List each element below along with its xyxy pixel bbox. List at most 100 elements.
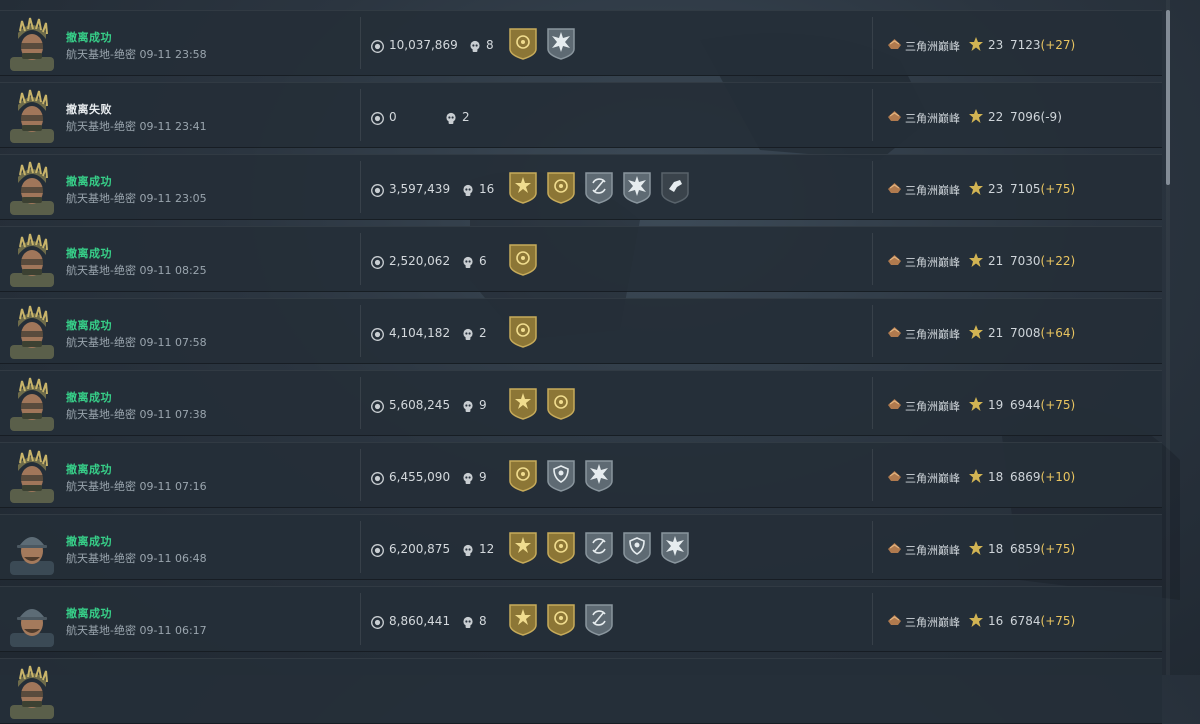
kill-count: 2 xyxy=(479,326,487,340)
map-and-time: 航天基地-绝密 09-11 07:38 xyxy=(66,406,207,422)
match-time: 09-11 07:58 xyxy=(139,336,207,349)
gold-target-badge-icon[interactable] xyxy=(508,315,538,349)
silver-shield-badge-icon[interactable] xyxy=(546,459,576,493)
match-row[interactable]: 撤离成功 航天基地-绝密 09-11 23:05 3,597,439 16 三角洲巅峰 2… xyxy=(0,154,1162,220)
gold-target-badge-icon[interactable] xyxy=(508,243,538,277)
star-level: 18 xyxy=(988,542,1004,556)
star-icon xyxy=(968,108,984,124)
operator-avatar xyxy=(8,17,56,71)
points-value: 7030 xyxy=(1010,254,1041,268)
points-value: 7096 xyxy=(1010,110,1041,124)
star-icon xyxy=(968,396,984,412)
points-value: 7008 xyxy=(1010,326,1041,340)
operator-avatar xyxy=(8,593,56,647)
map-name: 航天基地-绝密 xyxy=(66,120,136,133)
extracted-value: 3,597,439 xyxy=(389,182,451,196)
gold-target-badge-icon[interactable] xyxy=(546,531,576,565)
rank-name: 三角洲巅峰 xyxy=(905,328,960,341)
gold-sun-badge-icon[interactable] xyxy=(508,603,538,637)
silver-arrows-badge-icon[interactable] xyxy=(584,603,614,637)
column-divider xyxy=(360,377,361,429)
rank-emblem-icon xyxy=(886,36,903,52)
kills-skull-icon xyxy=(462,470,474,484)
extraction-status: 撤离成功 xyxy=(66,535,112,548)
kill-count: 8 xyxy=(486,38,494,52)
gold-target-badge-icon[interactable] xyxy=(546,171,576,205)
silver-burst-badge-icon[interactable] xyxy=(546,27,576,61)
points-delta: (+75) xyxy=(1040,398,1076,412)
star-level: 21 xyxy=(988,254,1004,268)
gold-target-badge-icon[interactable] xyxy=(546,387,576,421)
scrollbar-thumb[interactable] xyxy=(1166,10,1170,185)
column-divider xyxy=(872,593,873,645)
rank-emblem-icon xyxy=(886,540,903,556)
kill-count: 8 xyxy=(479,614,487,628)
match-row[interactable]: 撤离成功 航天基地-绝密 09-11 23:58 10,037,869 8 三角洲巅峰 2… xyxy=(0,10,1162,76)
match-row-partial[interactable] xyxy=(0,658,1162,724)
operator-avatar xyxy=(8,305,56,359)
rank-name: 三角洲巅峰 xyxy=(905,400,960,413)
map-name: 航天基地-绝密 xyxy=(66,48,136,61)
star-level: 23 xyxy=(988,182,1004,196)
dark-hand-badge-icon[interactable] xyxy=(660,171,690,205)
extraction-status: 撤离成功 xyxy=(66,31,112,44)
rank-emblem-icon xyxy=(886,396,903,412)
extracted-value: 8,860,441 xyxy=(389,614,451,628)
silver-burst-badge-icon[interactable] xyxy=(622,171,652,205)
match-row[interactable]: 撤离成功 航天基地-绝密 09-11 07:16 6,455,090 9 三角洲巅峰 18… xyxy=(0,442,1162,508)
map-name: 航天基地-绝密 xyxy=(66,336,136,349)
gold-sun-badge-icon[interactable] xyxy=(508,171,538,205)
points-value: 6944 xyxy=(1010,398,1041,412)
kills-skull-icon xyxy=(469,38,481,52)
column-divider xyxy=(872,521,873,573)
rank-points: 7008(+64) xyxy=(1010,326,1075,340)
points-delta: (+22) xyxy=(1040,254,1076,268)
match-row[interactable]: 撤离失败 航天基地-绝密 09-11 23:41 0 2 三角洲巅峰 22 7096(-9) xyxy=(0,82,1162,148)
kills-skull-icon xyxy=(462,542,474,556)
kill-count: 9 xyxy=(479,470,487,484)
column-divider xyxy=(360,449,361,501)
value-coin-icon xyxy=(371,614,384,629)
silver-arrows-badge-icon[interactable] xyxy=(584,531,614,565)
gold-target-badge-icon[interactable] xyxy=(508,459,538,493)
column-divider xyxy=(872,89,873,141)
map-and-time: 航天基地-绝密 09-11 06:17 xyxy=(66,622,207,638)
map-and-time: 航天基地-绝密 09-11 08:25 xyxy=(66,262,207,278)
silver-arrows-badge-icon[interactable] xyxy=(584,171,614,205)
match-row[interactable]: 撤离成功 航天基地-绝密 09-11 06:17 8,860,441 8 三角洲巅峰 16… xyxy=(0,586,1162,652)
star-level: 19 xyxy=(988,398,1004,412)
extraction-status: 撤离成功 xyxy=(66,319,112,332)
silver-burst-badge-icon[interactable] xyxy=(584,459,614,493)
silver-shield-badge-icon[interactable] xyxy=(622,531,652,565)
match-row[interactable]: 撤离成功 航天基地-绝密 09-11 06:48 6,200,875 12 三角洲巅峰 1… xyxy=(0,514,1162,580)
extracted-value: 6,455,090 xyxy=(389,470,451,484)
match-row[interactable]: 撤离成功 航天基地-绝密 09-11 08:25 2,520,062 6 三角洲巅峰 21… xyxy=(0,226,1162,292)
operator-avatar xyxy=(8,377,56,431)
star-icon xyxy=(968,252,984,268)
rank-emblem-icon xyxy=(886,252,903,268)
match-time: 09-11 07:16 xyxy=(139,480,207,493)
match-time: 09-11 23:41 xyxy=(139,120,207,133)
gold-sun-badge-icon[interactable] xyxy=(508,531,538,565)
rank-points: 7105(+75) xyxy=(1010,182,1075,196)
gold-target-badge-icon[interactable] xyxy=(546,603,576,637)
star-icon xyxy=(968,324,984,340)
silver-burst-badge-icon[interactable] xyxy=(660,531,690,565)
map-name: 航天基地-绝密 xyxy=(66,480,136,493)
map-and-time: 航天基地-绝密 09-11 07:16 xyxy=(66,478,207,494)
gold-target-badge-icon[interactable] xyxy=(508,27,538,61)
match-time: 09-11 08:25 xyxy=(139,264,207,277)
value-coin-icon xyxy=(371,110,384,125)
match-row[interactable]: 撤离成功 航天基地-绝密 09-11 07:58 4,104,182 2 三角洲巅峰 21… xyxy=(0,298,1162,364)
star-icon xyxy=(968,612,984,628)
star-icon xyxy=(968,468,984,484)
kills-skull-icon xyxy=(462,182,474,196)
star-level: 22 xyxy=(988,110,1004,124)
points-value: 7105 xyxy=(1010,182,1041,196)
column-divider xyxy=(872,305,873,357)
kill-count: 9 xyxy=(479,398,487,412)
rank-name: 三角洲巅峰 xyxy=(905,40,960,53)
gold-sun-badge-icon[interactable] xyxy=(508,387,538,421)
match-row[interactable]: 撤离成功 航天基地-绝密 09-11 07:38 5,608,245 9 三角洲巅峰 19… xyxy=(0,370,1162,436)
star-icon xyxy=(968,180,984,196)
